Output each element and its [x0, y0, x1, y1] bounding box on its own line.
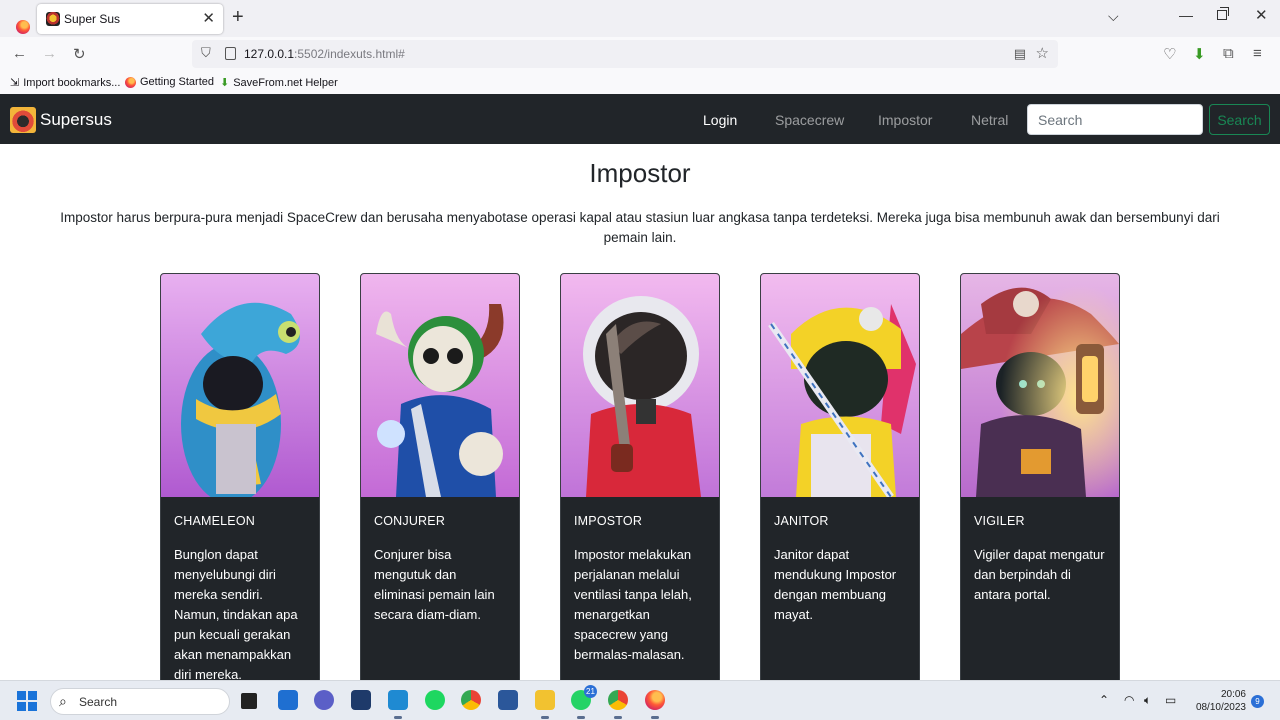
menu-icon[interactable]: ≡ — [1253, 45, 1262, 62]
bookmark-import[interactable]: ⇲ Import bookmarks... — [10, 76, 121, 90]
bookmarks-bar: ⇲ Import bookmarks... Getting Started ⬇ … — [0, 71, 1280, 94]
extensions-icon[interactable]: ⧉ — [1223, 45, 1234, 62]
card-text: Vigiler dapat mengatur dan berpindah di … — [974, 547, 1105, 602]
taskbar-search-label: Search — [79, 695, 118, 709]
search-button[interactable]: Search — [1209, 104, 1270, 135]
os-taskbar: ⌕ Search 21 ⌃ ◠ 🔈︎ ▭ 20:06 08/10/2023 9 — [0, 680, 1280, 720]
word-icon[interactable] — [498, 690, 518, 710]
address-bar[interactable]: ⛉ 127.0.0.1:5502/indexuts.html# ▤ ☆ — [192, 40, 1058, 68]
minimize-icon[interactable]: — — [1179, 7, 1193, 23]
brand-logo-icon[interactable] — [10, 107, 36, 133]
role-card[interactable]: CHAMELEON Bunglon dapat menyelubungi dir… — [160, 273, 320, 693]
reader-view-icon[interactable]: ▤ — [1014, 46, 1026, 62]
chrome-icon[interactable] — [461, 690, 481, 710]
import-icon: ⇲ — [10, 77, 20, 89]
bookmark-savefrom[interactable]: ⬇ SaveFrom.net Helper — [220, 76, 338, 90]
url-host: 127.0.0.1 — [244, 47, 295, 61]
bookmark-getting-started[interactable]: Getting Started — [125, 76, 214, 88]
chevron-down-icon[interactable]: ⌵ — [1108, 8, 1119, 25]
browser-tab[interactable]: Super Sus ✕ — [37, 4, 223, 34]
page-info-icon[interactable] — [225, 47, 236, 60]
role-card[interactable]: JANITOR Janitor dapat mendukung Impostor… — [760, 273, 920, 693]
clock[interactable]: 20:06 08/10/2023 — [1190, 688, 1246, 714]
card-text: Bunglon dapat menyelubungi diri mereka s… — [174, 547, 298, 682]
clock-time: 20:06 — [1220, 689, 1246, 700]
new-tab-icon[interactable]: + — [232, 6, 244, 29]
file-explorer-icon[interactable] — [535, 690, 555, 719]
vigiler-image — [961, 274, 1119, 497]
savefrom-download-icon[interactable]: ⬇ — [1193, 45, 1206, 63]
impostor-image — [561, 274, 719, 497]
whatsapp-icon[interactable]: 21 — [571, 685, 597, 719]
card-title: VIGILER — [974, 514, 1025, 528]
tab-close-icon[interactable]: ✕ — [202, 9, 215, 27]
firefox-icon — [16, 20, 30, 34]
restore-icon[interactable] — [1217, 7, 1229, 20]
spotify-icon[interactable] — [425, 690, 445, 710]
notification-badge[interactable]: 9 — [1251, 695, 1264, 708]
site-navbar: Supersus Login Spacecrew Impostor Netral… — [0, 94, 1280, 144]
task-view-icon[interactable] — [241, 693, 257, 709]
role-card[interactable]: CONJURER Conjurer bisa mengutuk dan elim… — [360, 273, 520, 693]
forward-arrow-icon[interactable]: → — [42, 45, 57, 62]
reload-icon[interactable]: ↻ — [73, 45, 86, 63]
chevron-up-icon[interactable]: ⌃ — [1099, 693, 1109, 707]
tab-title: Super Sus — [64, 12, 121, 26]
whatsapp-badge: 21 — [584, 685, 597, 698]
brand-name[interactable]: Supersus — [40, 110, 112, 130]
windows-start-icon[interactable] — [17, 691, 37, 711]
firefox-taskbar-icon[interactable] — [645, 690, 665, 719]
chrome-profile-icon[interactable] — [608, 690, 628, 719]
janitor-image — [761, 274, 919, 497]
card-text: Conjurer bisa mengutuk dan eliminasi pem… — [374, 547, 495, 622]
back-arrow-icon[interactable]: ← — [12, 45, 27, 62]
nav-impostor[interactable]: Impostor — [878, 112, 932, 128]
wifi-icon[interactable]: ◠ — [1124, 693, 1134, 707]
volume-icon[interactable]: 🔈︎ — [1144, 693, 1151, 708]
nav-login[interactable]: Login — [703, 112, 737, 128]
bookmark-label: Getting Started — [140, 76, 214, 88]
chameleon-image — [161, 274, 319, 497]
tab-favicon-icon — [46, 12, 60, 26]
savefrom-icon: ⬇ — [220, 77, 230, 89]
role-card[interactable]: IMPOSTOR Impostor melakukan perjalanan m… — [560, 273, 720, 693]
section-description: Impostor harus berpura-pura menjadi Spac… — [60, 210, 1220, 245]
close-window-icon[interactable]: ✕ — [1255, 6, 1268, 24]
page-title: Impostor — [589, 158, 691, 188]
teams-chat-icon[interactable] — [314, 690, 334, 710]
widgets-icon[interactable] — [278, 690, 298, 710]
nav-netral[interactable]: Netral — [971, 112, 1008, 128]
bookmark-label: SaveFrom.net Helper — [233, 76, 338, 89]
shield-icon[interactable]: ⛉ — [201, 45, 211, 61]
clock-date: 08/10/2023 — [1195, 702, 1246, 713]
browser-tab-bar: Super Sus ✕ + ⌵ — ✕ — [0, 0, 1280, 37]
search-input[interactable] — [1027, 104, 1203, 135]
card-text: Impostor melakukan perjalanan melalui ve… — [574, 547, 692, 662]
search-icon: ⌕ — [59, 693, 67, 709]
card-title: CONJURER — [374, 514, 446, 528]
browser-toolbar: ← → ↻ ⛉ 127.0.0.1:5502/indexuts.html# ▤ … — [0, 37, 1280, 71]
firefox-view-button[interactable] — [6, 8, 30, 34]
url-path: :5502/indexuts.html# — [294, 47, 405, 61]
bookmark-label: Import bookmarks... — [23, 76, 121, 89]
pocket-icon[interactable]: ♡ — [1163, 45, 1176, 63]
role-card[interactable]: VIGILER Vigiler dapat mengatur dan berpi… — [960, 273, 1120, 693]
url-text[interactable]: 127.0.0.1:5502/indexuts.html# — [244, 47, 405, 61]
card-title: JANITOR — [774, 514, 829, 528]
nav-spacecrew[interactable]: Spacecrew — [775, 112, 844, 128]
firefox-icon — [125, 76, 136, 88]
bookmark-star-icon[interactable]: ☆ — [1036, 44, 1049, 62]
devhome-icon[interactable] — [351, 690, 371, 710]
card-text: Janitor dapat mendukung Impostor dengan … — [774, 547, 897, 622]
battery-icon[interactable]: ▭ — [1165, 693, 1176, 707]
card-title: CHAMELEON — [174, 514, 255, 528]
conjurer-image — [361, 274, 519, 497]
taskbar-search[interactable]: ⌕ Search — [50, 688, 230, 715]
vscode-icon[interactable] — [388, 690, 408, 719]
card-title: IMPOSTOR — [574, 514, 643, 528]
